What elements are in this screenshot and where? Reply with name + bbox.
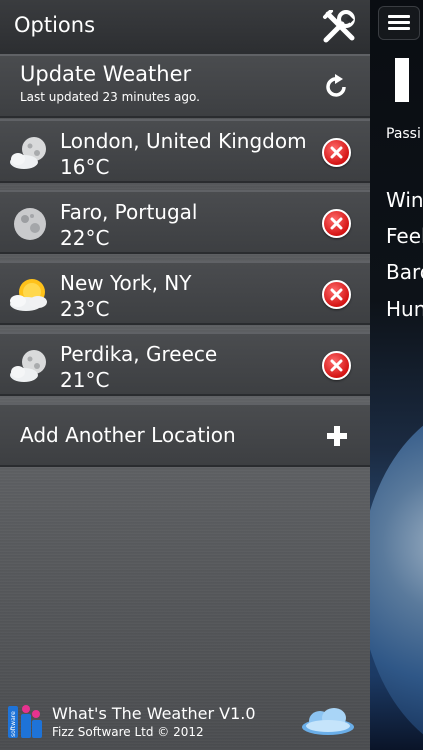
hamburger-line (388, 15, 410, 18)
copyright-text: Fizz Software Ltd © 2012 (52, 725, 204, 739)
sun-cloud-icon (10, 279, 47, 311)
add-location-label: Add Another Location (20, 423, 236, 447)
location-name: New York, NY (60, 271, 192, 295)
detail-wind: Win (386, 188, 423, 212)
app-title: What's The Weather V1.0 (52, 704, 256, 723)
moon-cloud-icon (10, 350, 46, 382)
earth-background (370, 400, 423, 750)
close-icon (330, 146, 343, 159)
delete-location-button[interactable] (322, 209, 351, 238)
location-temp: 16°C (60, 155, 110, 179)
close-icon (330, 217, 343, 230)
update-weather-label: Update Weather (20, 62, 192, 86)
detail-humidity: Hun (386, 297, 423, 321)
delete-location-button[interactable] (322, 351, 351, 380)
temperature-display (395, 58, 409, 102)
plus-icon[interactable] (326, 425, 348, 447)
location-row[interactable]: New York, NY 23°C (0, 261, 370, 325)
hamburger-line (388, 27, 410, 30)
tools-icon[interactable] (322, 10, 356, 44)
options-header: Options (0, 0, 370, 56)
location-row[interactable]: Faro, Portugal 22°C (0, 190, 370, 254)
fizz-software-logo[interactable]: software (8, 704, 44, 740)
detail-barometer: Baro (386, 260, 423, 284)
close-icon (330, 359, 343, 372)
location-row[interactable]: London, United Kingdom 16°C (0, 119, 370, 183)
location-row[interactable]: Perdika, Greece 21°C (0, 332, 370, 396)
svg-text:software: software (10, 711, 17, 737)
location-name: Faro, Portugal (60, 200, 198, 224)
location-temp: 23°C (60, 297, 110, 321)
update-weather-row[interactable]: Update Weather Last updated 23 minutes a… (0, 54, 370, 118)
moon-cloud-icon (10, 137, 46, 169)
options-panel: Options Update Weather Last updated 23 m… (0, 0, 370, 750)
delete-location-button[interactable] (322, 280, 351, 309)
delete-location-button[interactable] (322, 138, 351, 167)
main-weather-view (370, 0, 423, 750)
location-temp: 21°C (60, 368, 110, 392)
cloud-icon (302, 708, 354, 735)
hamburger-line (388, 21, 410, 24)
footer: software What's The Weather V1.0 Fizz So… (0, 690, 370, 750)
location-name: Perdika, Greece (60, 342, 218, 366)
page-title: Options (14, 13, 96, 37)
menu-button[interactable] (378, 6, 420, 40)
close-icon (330, 288, 343, 301)
location-temp: 22°C (60, 226, 110, 250)
refresh-icon[interactable] (322, 73, 350, 101)
moon-icon (14, 208, 46, 240)
location-name: London, United Kingdom (60, 129, 307, 153)
detail-feels-like: Feel (386, 224, 423, 248)
condition-text: Passi (386, 126, 421, 142)
add-location-row[interactable]: Add Another Location (0, 403, 370, 467)
last-updated-text: Last updated 23 minutes ago. (20, 90, 200, 104)
